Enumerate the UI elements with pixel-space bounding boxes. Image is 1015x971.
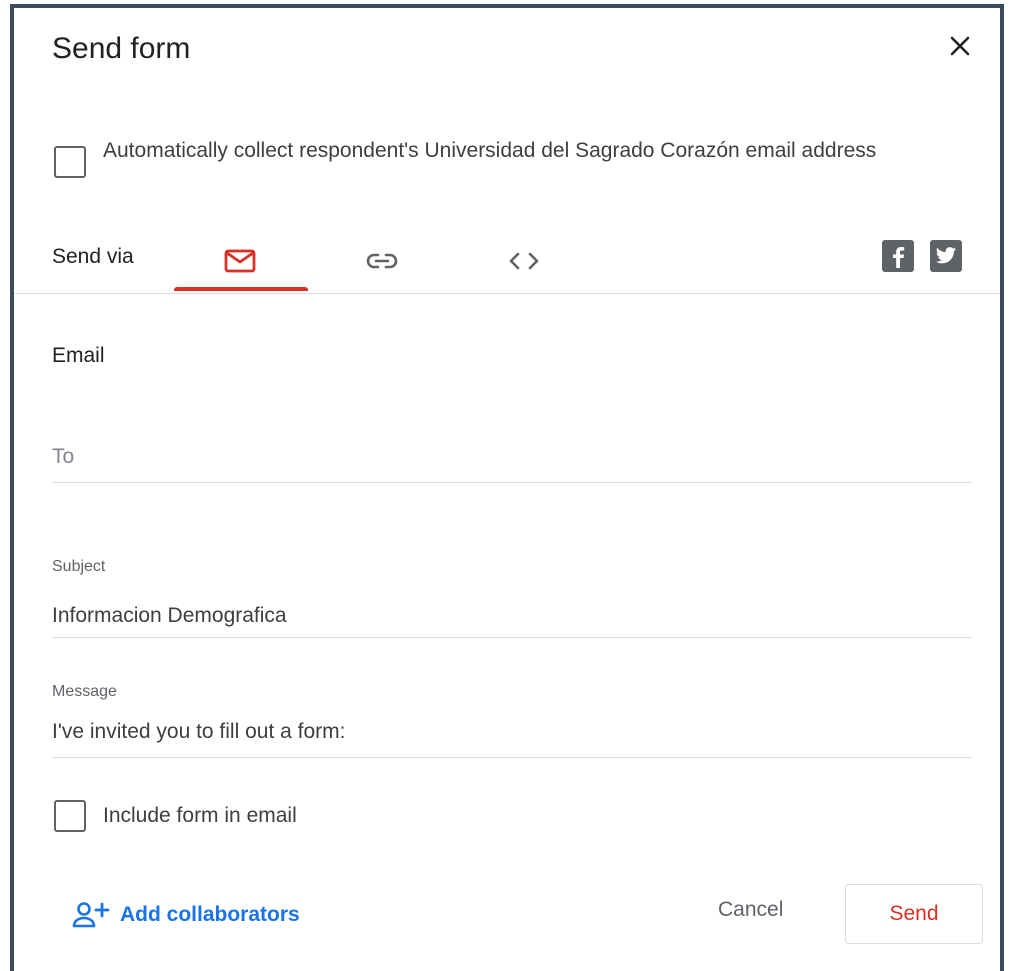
facebook-share-button[interactable] bbox=[882, 240, 914, 272]
mail-icon bbox=[224, 249, 256, 273]
add-collaborators-button[interactable]: Add collaborators bbox=[72, 901, 300, 929]
dialog-title: Send form bbox=[52, 32, 191, 65]
send-form-dialog: Send form Automatically collect responde… bbox=[10, 4, 1004, 971]
subject-field[interactable]: Informacion Demografica bbox=[52, 596, 972, 638]
to-input[interactable] bbox=[52, 433, 972, 481]
message-label: Message bbox=[52, 683, 117, 700]
twitter-icon bbox=[935, 247, 957, 264]
active-tab-indicator bbox=[174, 287, 308, 291]
link-icon bbox=[366, 253, 398, 269]
code-icon bbox=[509, 252, 539, 270]
send-button[interactable]: Send bbox=[845, 884, 983, 944]
collect-email-label: Automatically collect respondent's Unive… bbox=[103, 139, 877, 162]
tab-email[interactable] bbox=[172, 228, 308, 294]
subject-label: Subject bbox=[52, 558, 106, 575]
subject-input[interactable]: Informacion Demografica bbox=[52, 596, 972, 636]
message-input[interactable]: I've invited you to fill out a form: bbox=[52, 712, 972, 752]
twitter-share-button[interactable] bbox=[930, 240, 962, 272]
send-via-label: Send via bbox=[52, 245, 134, 268]
to-field bbox=[52, 433, 972, 483]
cancel-button[interactable]: Cancel bbox=[718, 898, 783, 922]
collect-email-checkbox[interactable] bbox=[54, 146, 86, 178]
tab-embed[interactable] bbox=[456, 228, 592, 294]
close-button[interactable] bbox=[942, 28, 978, 64]
message-field[interactable]: I've invited you to fill out a form: bbox=[52, 712, 972, 758]
person-add-icon bbox=[72, 902, 110, 928]
close-icon bbox=[950, 36, 970, 56]
facebook-icon bbox=[893, 247, 905, 268]
tabs-divider bbox=[14, 293, 1000, 294]
add-collaborators-label: Add collaborators bbox=[120, 903, 300, 926]
include-form-label: Include form in email bbox=[103, 804, 297, 827]
include-form-checkbox[interactable] bbox=[54, 800, 86, 832]
email-section-title: Email bbox=[52, 344, 105, 367]
tab-link[interactable] bbox=[314, 228, 450, 294]
